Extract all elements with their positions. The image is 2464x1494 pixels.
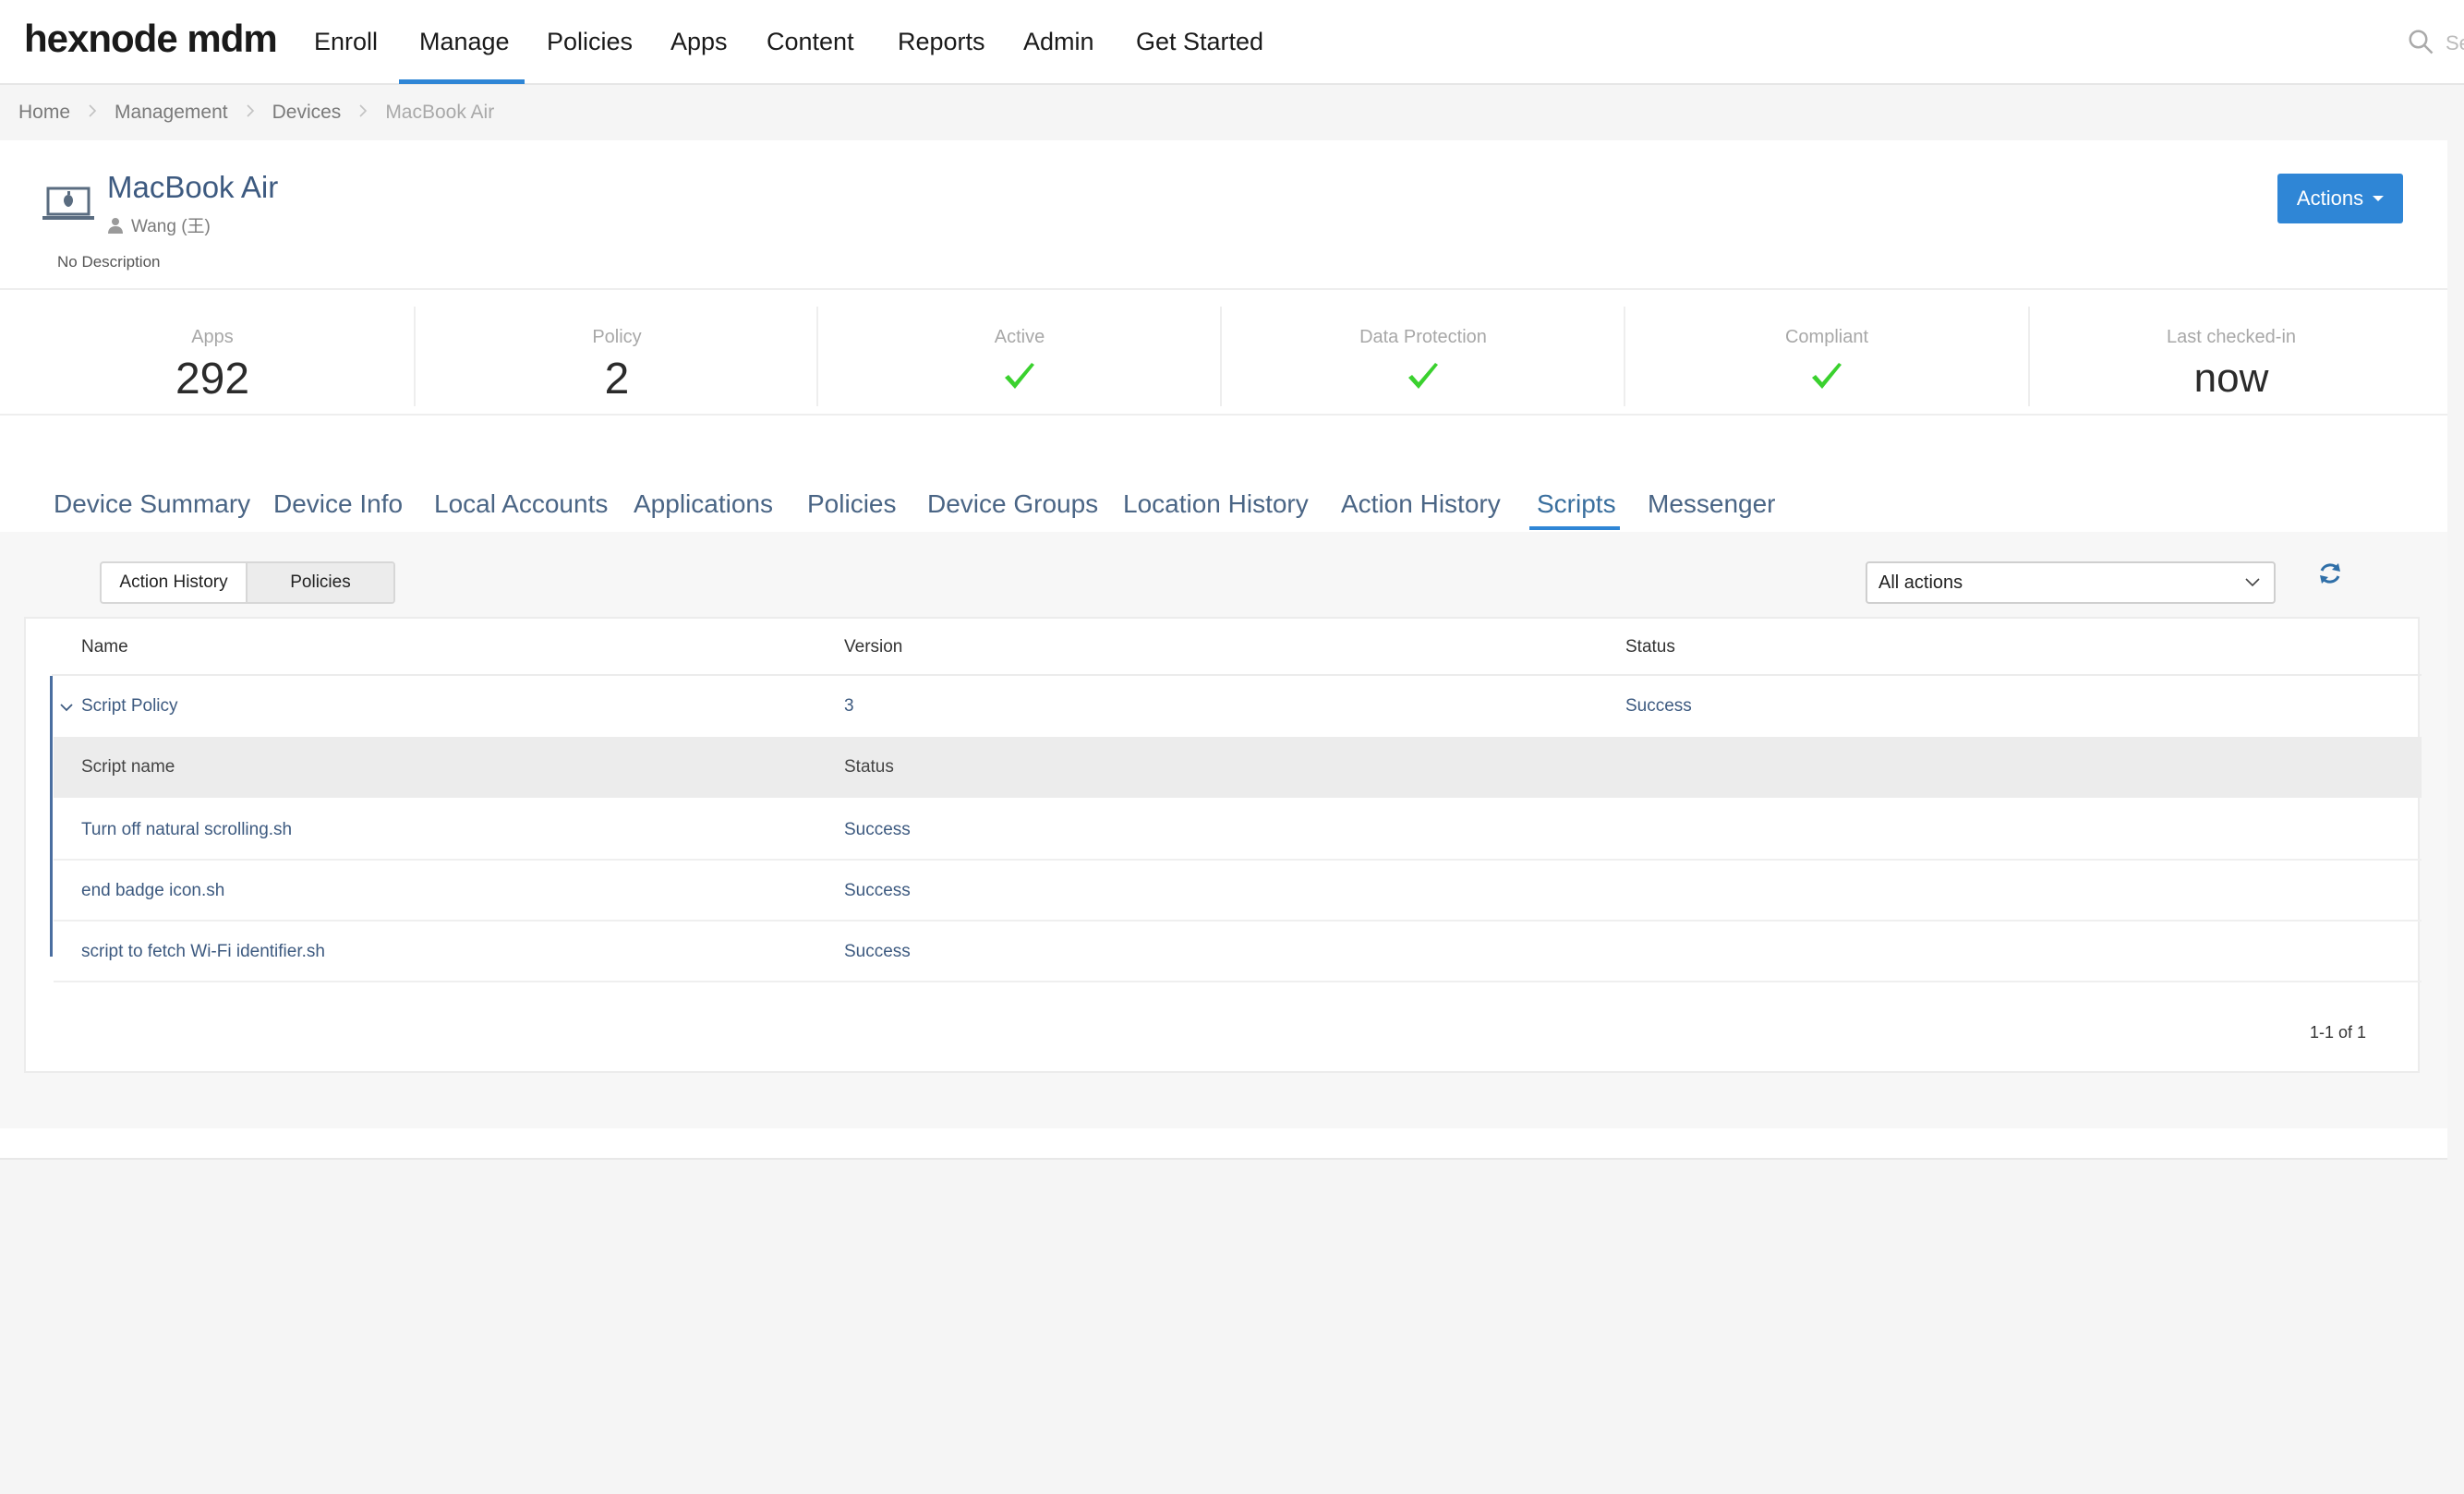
actions-filter-value: All actions (1878, 572, 1963, 593)
stat-apps[interactable]: Apps 292 (11, 307, 414, 406)
script-status: Success (844, 881, 911, 900)
policies-toggle[interactable]: Policies (248, 563, 393, 602)
hexnode-logo[interactable]: hexnode mdm (24, 17, 278, 61)
device-description: No Description (57, 253, 161, 271)
nav-apps[interactable]: Apps (670, 28, 728, 56)
stat-data-protection-label: Data Protection (1359, 327, 1487, 347)
tab-device-info[interactable]: Device Info (273, 489, 403, 519)
stat-last-checked-value: now (2193, 355, 2269, 401)
device-user-name: Wang (王) (131, 217, 211, 236)
stat-policy-label: Policy (592, 327, 642, 347)
device-stats-bar: Apps 292 Policy 2 Active Data Protection… (0, 288, 2447, 416)
breadcrumb: Home Management Devices MacBook Air (18, 100, 494, 126)
subheader-script-name: Script name (81, 757, 175, 777)
column-header-version[interactable]: Version (844, 637, 902, 657)
search-icon[interactable] (2407, 28, 2434, 55)
row-divider (54, 920, 2422, 922)
expanded-row-indicator (50, 676, 53, 957)
laptop-icon (42, 187, 94, 220)
subheader-status: Status (844, 757, 894, 777)
breadcrumb-home[interactable]: Home (18, 102, 70, 124)
nav-policies[interactable]: Policies (547, 28, 633, 56)
tab-location-history[interactable]: Location History (1123, 489, 1309, 519)
nav-content[interactable]: Content (767, 28, 854, 56)
device-tabs: Device Summary Device Info Local Account… (0, 480, 2447, 532)
stat-compliant: Compliant (1625, 307, 2028, 406)
nav-enroll[interactable]: Enroll (314, 28, 378, 56)
stat-last-checked-label: Last checked-in (2166, 327, 2297, 347)
actions-button-label: Actions (2296, 187, 2364, 210)
script-status: Success (844, 942, 911, 961)
tab-scripts[interactable]: Scripts (1537, 489, 1616, 519)
policy-status: Success (1625, 696, 1692, 716)
chevron-right-icon (357, 102, 368, 124)
panel-bottom-border (0, 1158, 2447, 1160)
stat-data-protection: Data Protection (1222, 307, 1625, 406)
scripts-table-card: Name Version Status Script Policy 3 Succ… (24, 617, 2422, 1073)
active-tab-indicator (1529, 526, 1620, 530)
column-header-name[interactable]: Name (81, 637, 128, 657)
script-subtable-header (54, 737, 2422, 798)
stat-compliant-label: Compliant (1784, 327, 1869, 347)
row-divider (54, 859, 2422, 861)
tab-messenger[interactable]: Messenger (1648, 489, 1776, 519)
script-name[interactable]: end badge icon.sh (81, 881, 224, 901)
search-input[interactable]: Se (2446, 31, 2464, 55)
nav-get-started[interactable]: Get Started (1136, 28, 1263, 56)
device-user[interactable]: Wang (王) (107, 212, 211, 237)
breadcrumb-current: MacBook Air (385, 102, 495, 123)
action-history-toggle[interactable]: Action History (102, 563, 248, 602)
policy-name[interactable]: Script Policy (81, 696, 178, 717)
view-toggle: Action History Policies (100, 561, 395, 604)
breadcrumb-management[interactable]: Management (115, 102, 228, 124)
tab-action-history[interactable]: Action History (1341, 489, 1501, 519)
header-divider (52, 674, 2422, 676)
script-name[interactable]: Turn off natural scrolling.sh (81, 820, 292, 840)
script-name[interactable]: script to fetch Wi-Fi identifier.sh (81, 942, 325, 962)
nav-manage[interactable]: Manage (419, 28, 510, 56)
chevron-right-icon (87, 102, 98, 124)
check-icon (1005, 363, 1034, 389)
tab-device-summary[interactable]: Device Summary (54, 489, 250, 519)
row-divider (54, 981, 2422, 982)
policy-version: 3 (844, 696, 854, 716)
chevron-down-icon[interactable] (59, 700, 74, 715)
check-icon (1408, 363, 1438, 389)
caret-down-icon (2373, 196, 2385, 201)
stat-active: Active (818, 307, 1221, 406)
tab-applications[interactable]: Applications (634, 489, 773, 519)
device-name: MacBook Air (107, 170, 279, 204)
nav-admin[interactable]: Admin (1023, 28, 1094, 56)
stat-apps-label: Apps (191, 327, 234, 347)
top-navbar: hexnode mdm Enroll Manage Policies Apps … (0, 0, 2464, 85)
stat-policy[interactable]: Policy 2 (416, 307, 818, 406)
script-status: Success (844, 820, 911, 839)
stat-policy-value: 2 (604, 355, 630, 404)
tab-device-groups[interactable]: Device Groups (927, 489, 1098, 519)
active-nav-indicator (399, 79, 525, 84)
check-icon (1812, 363, 1842, 389)
stat-last-checked-in: Last checked-in now (2030, 307, 2433, 406)
actions-filter-select[interactable]: All actions (1866, 561, 2276, 604)
nav-reports[interactable]: Reports (898, 28, 985, 56)
stat-active-label: Active (994, 327, 1045, 347)
stat-apps-value: 292 (175, 355, 250, 404)
chevron-down-icon (2245, 578, 2260, 587)
breadcrumb-devices[interactable]: Devices (272, 102, 342, 124)
user-icon (108, 217, 123, 234)
chevron-right-icon (245, 102, 256, 124)
refresh-icon[interactable] (2316, 560, 2344, 587)
tab-policies[interactable]: Policies (807, 489, 896, 519)
actions-button[interactable]: Actions (2277, 174, 2403, 223)
tab-local-accounts[interactable]: Local Accounts (434, 489, 608, 519)
pagination-info: 1-1 of 1 (2309, 1023, 2366, 1042)
column-header-status[interactable]: Status (1625, 637, 1675, 657)
